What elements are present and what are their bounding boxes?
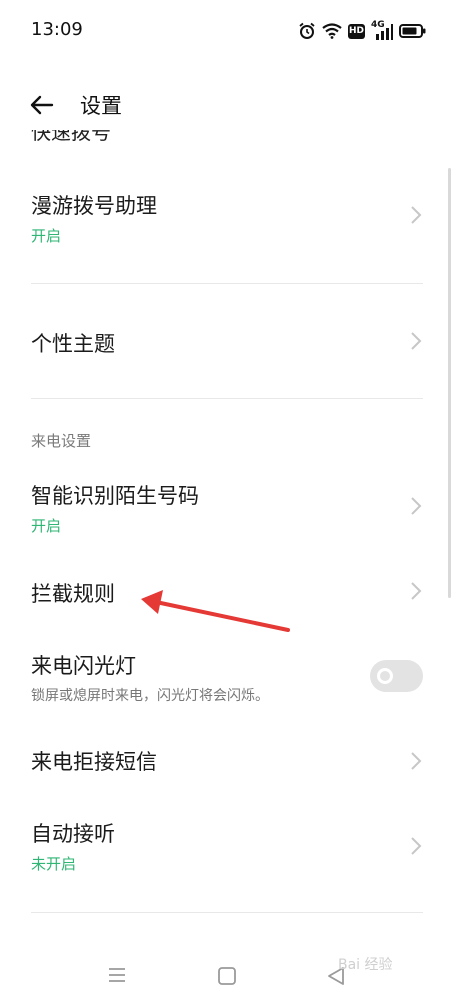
wifi-icon (322, 23, 342, 39)
status-bar: 13:09 HD 4G (0, 0, 457, 60)
hd-icon: HD (348, 23, 365, 39)
chevron-right-icon (411, 752, 422, 770)
setting-label: 自动接听 (31, 822, 115, 846)
alarm-icon (299, 22, 315, 39)
menu-icon[interactable] (107, 966, 127, 984)
chevron-right-icon (411, 497, 422, 515)
section-header-incoming-call: 来电设置 (31, 432, 92, 450)
clipped-item-label: 快速拨号 (31, 130, 111, 143)
battery-icon (399, 24, 426, 38)
signal-4g-icon: 4G (371, 20, 393, 40)
setting-label: 拦截规则 (31, 582, 115, 606)
clipped-list-item[interactable]: 快速拨号 (31, 130, 181, 143)
toggle-knob (377, 668, 393, 684)
setting-personal-theme[interactable]: 个性主题 (0, 300, 457, 390)
setting-block-rules[interactable]: 拦截规则 (0, 560, 457, 624)
setting-label: 来电闪光灯 (31, 654, 136, 678)
chevron-right-icon (411, 332, 422, 350)
setting-label: 个性主题 (31, 332, 115, 356)
setting-reject-sms[interactable]: 来电拒接短信 (0, 730, 457, 794)
divider (31, 398, 423, 399)
setting-label: 智能识别陌生号码 (31, 484, 199, 508)
setting-auto-answer[interactable]: 自动接听 未开启 (0, 810, 457, 890)
app-header: 设置 (0, 80, 457, 130)
setting-status: 开启 (31, 517, 62, 535)
status-time: 13:09 (31, 19, 83, 40)
status-icons: HD 4G (298, 20, 427, 42)
network-type-label: 4G (371, 20, 385, 30)
setting-roaming-dial-assistant[interactable]: 漫游拨号助理 开启 (0, 180, 457, 280)
scrollbar[interactable] (448, 168, 451, 598)
back-arrow-icon[interactable] (28, 91, 56, 119)
setting-smart-identify-unknown[interactable]: 智能识别陌生号码 开启 (0, 470, 457, 550)
page-title: 设置 (80, 94, 122, 118)
chevron-right-icon (411, 837, 422, 855)
setting-description: 锁屏或熄屏时来电，闪光灯将会闪烁。 (31, 688, 269, 704)
divider (31, 912, 423, 913)
setting-label: 漫游拨号助理 (31, 194, 157, 218)
chevron-right-icon (411, 206, 422, 224)
setting-status: 开启 (31, 227, 62, 245)
setting-label: 来电拒接短信 (31, 750, 157, 774)
home-icon[interactable] (217, 966, 237, 986)
flash-on-call-toggle[interactable] (370, 660, 423, 692)
setting-status: 未开启 (31, 855, 77, 873)
divider (31, 283, 423, 284)
chevron-right-icon (411, 582, 422, 600)
watermark: Bai 经验 (338, 957, 393, 973)
